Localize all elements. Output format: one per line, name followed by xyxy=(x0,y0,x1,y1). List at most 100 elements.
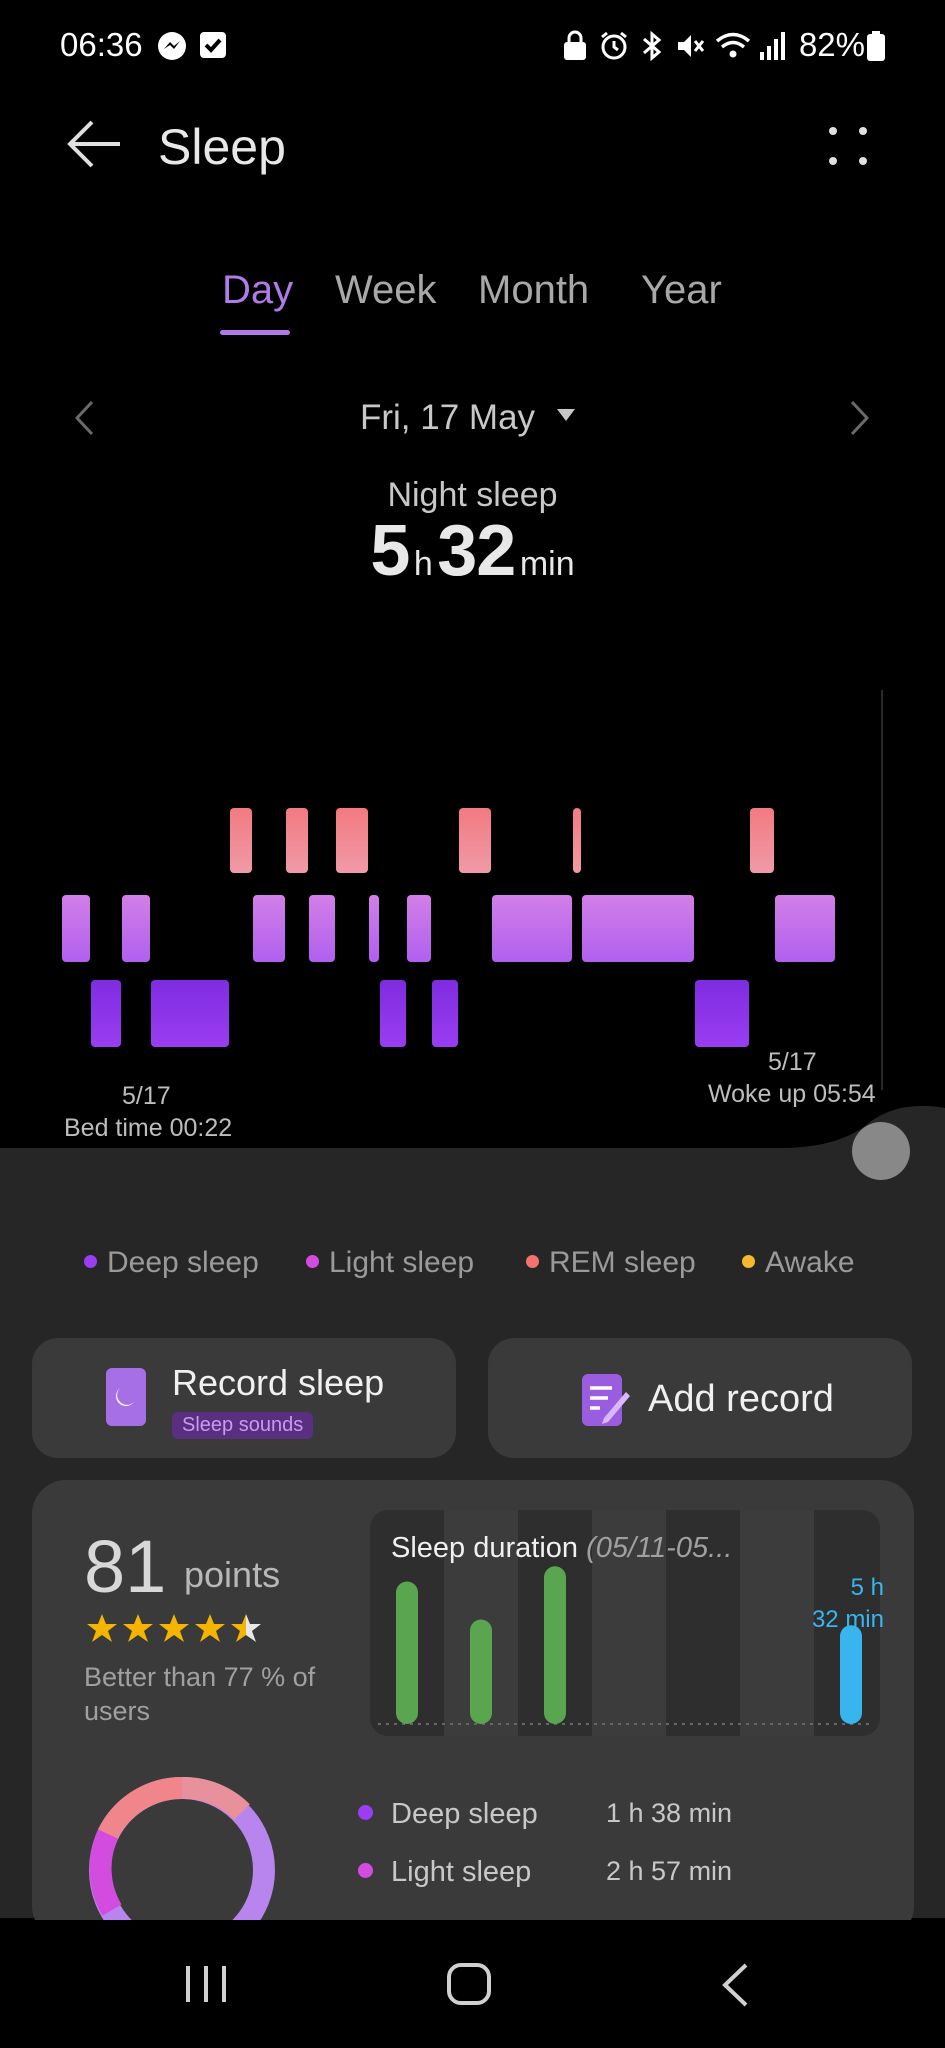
alarm-icon xyxy=(601,31,627,60)
home-icon[interactable] xyxy=(446,1962,492,2006)
tab-month[interactable]: Month xyxy=(478,268,589,313)
sleep-summary-card[interactable]: 81 points Better than 77 % of users Slee… xyxy=(32,1480,914,1940)
bluetooth-icon xyxy=(643,30,662,62)
stage-segment-deep xyxy=(91,980,121,1047)
stage-segment-rem xyxy=(750,808,774,873)
add-record-button[interactable]: Add record xyxy=(488,1338,912,1458)
bed-date: 5/17 xyxy=(122,1082,171,1110)
record-sleep-label: Record sleep xyxy=(172,1362,385,1403)
stage-deep-label: Deep sleep xyxy=(391,1798,538,1830)
duration-value-minutes: 32 min xyxy=(811,1606,884,1633)
battery-icon xyxy=(867,31,885,61)
stage-segment-light xyxy=(582,895,694,962)
duration-bar xyxy=(840,1625,862,1724)
duration-bar xyxy=(544,1566,566,1724)
sleep-duration-title: Sleep duration (05/11-05... xyxy=(391,1532,732,1565)
sleep-sounds-badge: Sleep sounds xyxy=(172,1412,314,1439)
navigation-bar xyxy=(0,1920,945,2048)
duration-range: (05/11-05... xyxy=(586,1532,733,1564)
sleep-stage-donut xyxy=(89,1776,275,1940)
stage-segment-rem xyxy=(286,808,308,873)
star-icon xyxy=(87,1614,117,1642)
rating-stars xyxy=(87,1614,261,1642)
stage-segment-deep xyxy=(380,980,406,1047)
legend-awake: Awake xyxy=(742,1246,855,1280)
duration-bar xyxy=(470,1619,492,1724)
battery-percent: 82% xyxy=(798,26,865,63)
bed-time: Bed time 00:22 xyxy=(64,1114,233,1142)
back-nav-icon[interactable] xyxy=(720,1962,750,2008)
stage-segment-light xyxy=(62,895,90,962)
more-options-icon[interactable] xyxy=(826,124,870,168)
tab-day[interactable]: Day xyxy=(222,268,293,313)
stage-row-deep: Deep sleep xyxy=(358,1798,538,1831)
tab-year[interactable]: Year xyxy=(641,268,722,313)
signal-icon xyxy=(760,32,785,60)
stage-segment-light xyxy=(492,895,572,962)
stage-segment-light xyxy=(253,895,285,962)
sleep-duration-value: 5 h 32 min xyxy=(812,1572,884,1636)
sleep-score-unit: points xyxy=(184,1554,281,1595)
stage-segment-rem xyxy=(336,808,368,873)
stage-segment-deep xyxy=(432,980,458,1047)
chevron-down-icon[interactable] xyxy=(556,408,576,422)
sleep-total-duration: 5 h 32 min xyxy=(0,510,945,592)
messenger-icon xyxy=(158,32,186,60)
add-record-label: Add record xyxy=(648,1378,834,1420)
score-comparison: Better than 77 % of users xyxy=(84,1662,316,1726)
previous-day-icon[interactable] xyxy=(72,398,96,438)
back-arrow-icon[interactable] xyxy=(66,118,122,170)
sleep-hours: 5 xyxy=(370,511,410,591)
legend-light: Light sleep xyxy=(306,1246,474,1280)
star-icon xyxy=(123,1614,153,1642)
legend-awake-dot xyxy=(742,1254,755,1268)
mute-icon xyxy=(678,35,705,57)
legend-rem-label: REM sleep xyxy=(549,1246,696,1279)
stage-segment-light xyxy=(775,895,835,962)
check-icon xyxy=(200,32,226,58)
duration-title-text: Sleep duration xyxy=(391,1532,579,1564)
star-icon xyxy=(195,1614,225,1642)
stage-segment-rem xyxy=(573,808,581,873)
legend-rem-dot xyxy=(526,1254,539,1268)
wifi-icon xyxy=(715,32,751,58)
stage-segment-deep xyxy=(695,980,749,1047)
date-picker[interactable]: Fri, 17 May xyxy=(360,398,535,438)
star-icon xyxy=(159,1614,189,1642)
legend-light-label: Light sleep xyxy=(329,1246,475,1279)
half-star-icon xyxy=(231,1614,261,1642)
stage-segment-deep xyxy=(151,980,229,1047)
lock-icon xyxy=(564,30,586,60)
legend-awake-label: Awake xyxy=(765,1246,855,1279)
tab-week[interactable]: Week xyxy=(335,268,437,313)
sleep-minutes-unit: min xyxy=(519,545,575,583)
next-day-icon[interactable] xyxy=(848,398,872,438)
status-time: 06:36 xyxy=(60,26,143,63)
duration-value-hours: 5 h xyxy=(850,1574,884,1601)
add-record-icon xyxy=(582,1374,630,1426)
chart-scrubber-handle[interactable] xyxy=(852,1122,910,1180)
stage-segment-light xyxy=(122,895,150,962)
wake-date: 5/17 xyxy=(768,1048,817,1076)
stage-light-dot xyxy=(358,1862,373,1878)
record-sleep-icon xyxy=(106,1368,146,1426)
tab-active-indicator xyxy=(220,330,290,335)
stage-deep-dot xyxy=(358,1804,373,1820)
stage-segment-rem xyxy=(459,808,491,873)
sleep-stage-chart[interactable] xyxy=(0,690,945,1090)
legend-light-dot xyxy=(306,1254,319,1268)
page-title: Sleep xyxy=(158,119,286,175)
sleep-score-value: 81 xyxy=(84,1525,167,1608)
sleep-hours-unit: h xyxy=(413,545,433,583)
legend-deep: Deep sleep xyxy=(84,1246,259,1280)
recent-apps-icon[interactable] xyxy=(184,1964,228,2004)
legend-deep-label: Deep sleep xyxy=(107,1246,259,1279)
sleep-minutes: 32 xyxy=(437,511,516,591)
stage-row-light: Light sleep xyxy=(358,1856,531,1889)
record-sleep-button[interactable]: Record sleep Sleep sounds xyxy=(32,1338,456,1458)
stage-segment-light xyxy=(407,895,431,962)
stage-light-value: 2 h 57 min xyxy=(606,1856,733,1886)
stage-segment-rem xyxy=(230,808,252,873)
stage-light-label: Light sleep xyxy=(391,1856,532,1888)
duration-bar xyxy=(396,1581,418,1724)
